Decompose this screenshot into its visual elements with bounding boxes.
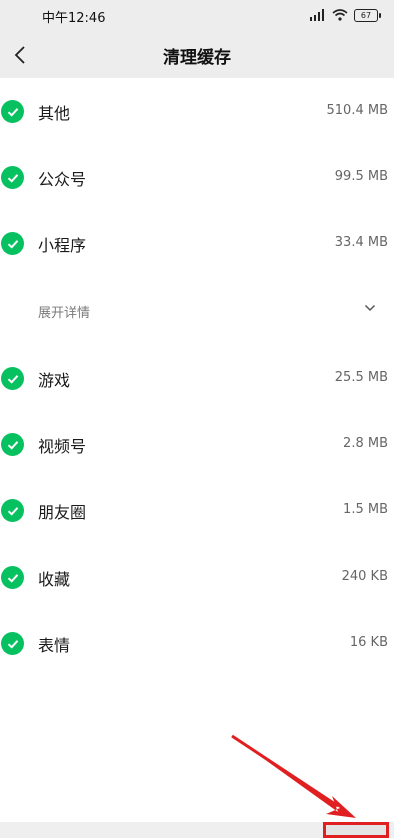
item-label: 其他 <box>38 104 71 123</box>
cache-item-official-accounts[interactable]: 公众号 99.5 MB <box>0 144 394 210</box>
item-size: 33.4 MB <box>334 235 388 250</box>
cache-item-games[interactable]: 游戏 25.5 MB <box>0 345 394 411</box>
item-size: 16 KB <box>349 635 388 650</box>
expand-details-label: 展开详情 <box>38 306 91 321</box>
battery-icon: 67 <box>354 8 381 22</box>
item-label: 视频号 <box>38 437 87 456</box>
item-size: 240 KB <box>341 569 388 584</box>
cache-item-mini-programs[interactable]: 小程序 33.4 MB <box>0 210 394 276</box>
check-icon[interactable] <box>1 232 24 255</box>
check-icon[interactable] <box>1 566 24 589</box>
nav-bar: 清理缓存 <box>0 32 394 78</box>
cache-item-channels[interactable]: 视频号 2.8 MB <box>0 411 394 477</box>
item-size: 1.5 MB <box>343 502 388 517</box>
item-label: 表情 <box>38 636 71 655</box>
check-icon[interactable] <box>1 632 24 655</box>
cache-item-other[interactable]: 其他 510.4 MB <box>0 78 394 144</box>
item-size: 99.5 MB <box>334 169 388 184</box>
status-bar: 中午12:46 67 <box>0 0 394 32</box>
item-size: 510.4 MB <box>326 103 388 118</box>
cache-item-stickers[interactable]: 表情 16 KB <box>0 610 394 676</box>
expand-details-toggle[interactable]: 展开详情 <box>0 278 394 344</box>
item-label: 游戏 <box>38 371 71 390</box>
item-label: 小程序 <box>38 236 87 255</box>
wifi-icon <box>332 9 348 21</box>
battery-level: 67 <box>360 10 372 20</box>
cache-item-favorites[interactable]: 收藏 240 KB <box>0 544 394 610</box>
check-icon[interactable] <box>1 367 24 390</box>
clean-button[interactable] <box>323 822 389 838</box>
item-size: 25.5 MB <box>334 370 388 385</box>
status-time: 中午12:46 <box>42 11 106 26</box>
check-icon[interactable] <box>1 433 24 456</box>
status-icons: 67 <box>310 6 381 24</box>
item-label: 收藏 <box>38 570 71 589</box>
item-label: 公众号 <box>38 170 87 189</box>
cache-item-moments[interactable]: 朋友圈 1.5 MB <box>0 477 394 543</box>
item-size: 2.8 MB <box>343 436 388 451</box>
chevron-down-icon <box>364 304 376 312</box>
page-title: 清理缓存 <box>163 48 231 68</box>
check-icon[interactable] <box>1 100 24 123</box>
signal-icon <box>310 9 324 21</box>
check-icon[interactable] <box>1 499 24 522</box>
item-label: 朋友圈 <box>38 503 87 522</box>
check-icon[interactable] <box>1 166 24 189</box>
